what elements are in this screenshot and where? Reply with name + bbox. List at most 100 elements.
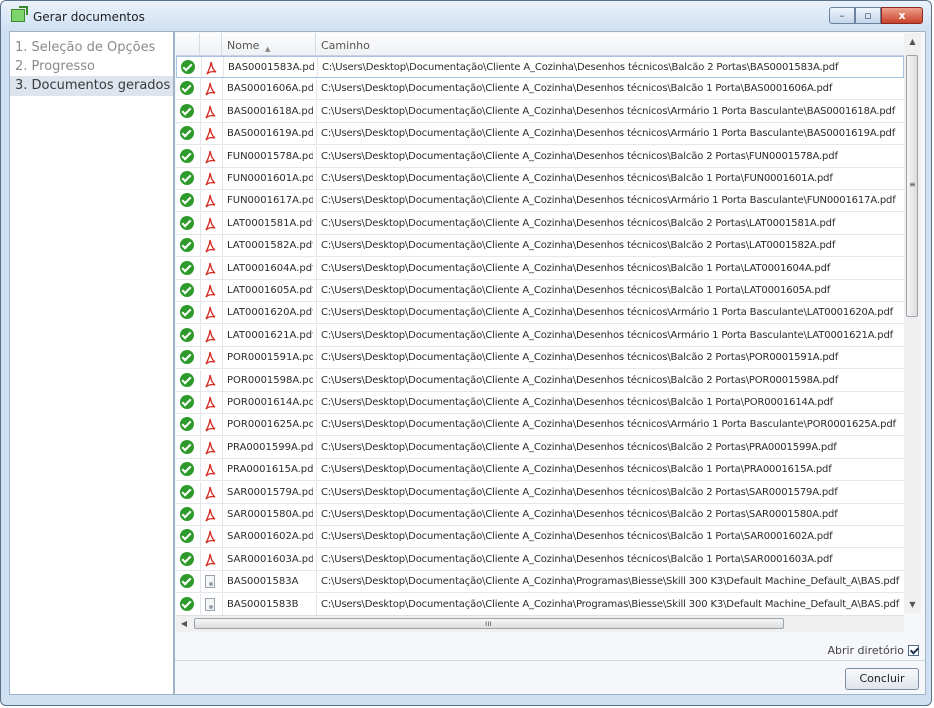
vertical-scroll-thumb[interactable]: ≡ [906,55,918,317]
table-row[interactable]: BAS0001583A C:\Users\Desktop\Documentação… [176,571,904,594]
file-path: C:\Users\Desktop\Documentação\Cliente A_… [321,374,839,386]
file-path: C:\Users\Desktop\Documentação\Cliente A_… [321,441,837,453]
column-divider [316,593,317,615]
table-row[interactable]: BAS0001583B C:\Users\Desktop\Documentação… [176,593,904,616]
title-bar[interactable]: Gerar documentos – ▫ x [1,1,931,31]
file-path: C:\Users\Desktop\Documentação\Cliente A_… [321,486,838,498]
table-row[interactable]: FUN0001601A.pdf C:\Users\Desktop\Document… [176,168,904,190]
scroll-left-icon[interactable]: ◀ [176,616,192,632]
success-check-icon [180,462,194,477]
header-name[interactable]: ▲ Nome [222,33,316,55]
file-icon [205,575,215,589]
table-row[interactable]: LAT0001605A.pdf C:\Users\Desktop\Document… [176,280,904,302]
file-name: LAT0001604A.pdf [227,262,313,274]
open-directory-label: Abrir diretório [827,644,904,657]
header-path[interactable]: Caminho [316,33,904,55]
pdf-icon [204,486,216,500]
table-row[interactable]: SAR0001579A.pdf C:\Users\Desktop\Document… [176,481,904,504]
step-progress[interactable]: 2. Progresso [15,59,95,74]
open-directory-checkbox[interactable] [908,645,919,656]
table-row[interactable]: SAR0001580A.pdf C:\Users\Desktop\Document… [176,504,904,526]
vertical-scrollbar[interactable]: ▲ ≡ ▼ [904,33,921,613]
pdf-icon [204,194,216,208]
table-row[interactable]: LAT0001582A.pdf C:\Users\Desktop\Document… [176,235,904,258]
table-row[interactable]: BAS0001606A.pdf C:\Users\Desktop\Document… [176,78,904,101]
maximize-button[interactable]: ▫ [855,7,881,24]
success-check-icon [180,305,194,320]
pdf-icon [204,530,216,544]
scroll-up-icon[interactable]: ▲ [904,33,921,50]
column-divider [200,481,201,503]
finish-button[interactable]: Concluir [845,668,919,690]
table-row[interactable]: BAS0001618A.pdf C:\Users\Desktop\Document… [176,100,904,123]
pdf-icon [204,463,216,477]
table-row[interactable]: PRA0001615A.pdf C:\Users\Desktop\Document… [176,459,904,482]
file-name: BAS0001583A.pdf [228,62,314,73]
table-row[interactable]: POR0001591A.pdf C:\Users\Desktop\Document… [176,347,904,370]
column-divider [316,571,317,593]
pdf-icon [204,306,216,320]
file-path: C:\Users\Desktop\Documentação\Cliente A_… [321,576,900,588]
table-row[interactable]: BAS0001583A.pdf C:\Users\Desktop\Document… [176,56,904,78]
column-divider [316,548,317,570]
documents-table: ▲ Nome Caminho BAS0001583A.pdf C:\Users\D… [176,33,904,631]
table-row[interactable]: BAS0001619A.pdf C:\Users\Desktop\Document… [176,123,904,146]
step-generated-documents[interactable]: 3. Documentos gerados [15,78,170,93]
table-row[interactable]: PRA0001599A.pdf C:\Users\Desktop\Document… [176,436,904,459]
column-divider [200,145,201,167]
minimize-button[interactable]: – [829,7,855,24]
grip-icon: ııı [485,619,492,628]
table-row[interactable]: POR0001598A.pdf C:\Users\Desktop\Document… [176,369,904,392]
pdf-icon [204,396,216,410]
column-divider [200,593,201,615]
success-check-icon [180,238,194,253]
table-row[interactable]: POR0001614A.pdf C:\Users\Desktop\Document… [176,392,904,414]
close-button[interactable]: x [881,7,923,24]
table-row[interactable]: LAT0001620A.pdf C:\Users\Desktop\Document… [176,302,904,325]
column-divider [222,571,223,593]
success-check-icon [180,439,194,454]
column-divider [222,235,223,257]
column-divider [200,504,201,525]
table-row[interactable]: SAR0001603A.pdf C:\Users\Desktop\Document… [176,548,904,571]
file-path: C:\Users\Desktop\Documentação\Cliente A_… [321,150,838,162]
table-row[interactable]: FUN0001578A.pdf C:\Users\Desktop\Document… [176,145,904,168]
table-row[interactable]: LAT0001604A.pdf C:\Users\Desktop\Document… [176,257,904,280]
file-path: C:\Users\Desktop\Documentação\Cliente A_… [321,83,833,95]
success-check-icon [180,171,194,185]
file-name: LAT0001605A.pdf [227,285,313,296]
table-row[interactable]: LAT0001581A.pdf C:\Users\Desktop\Document… [176,212,904,235]
table-row[interactable]: FUN0001617A.pdf C:\Users\Desktop\Document… [176,190,904,213]
column-divider [200,100,201,122]
success-check-icon [180,551,194,566]
horizontal-scrollbar[interactable]: ◀ ııı [176,615,904,632]
column-divider [316,100,317,122]
column-divider [316,145,317,167]
success-check-icon [180,395,194,409]
column-divider [316,504,317,525]
scroll-down-icon[interactable]: ▼ [904,596,921,613]
success-check-icon [180,529,194,544]
table-row[interactable]: SAR0001602A.pdf C:\Users\Desktop\Document… [176,526,904,549]
column-divider [316,481,317,503]
table-row[interactable]: POR0001625A.pdf C:\Users\Desktop\Document… [176,414,904,437]
file-name: SAR0001580A.pdf [227,509,313,520]
file-name: FUN0001617A.pdf [227,195,313,207]
horizontal-scroll-thumb[interactable]: ııı [194,618,784,629]
open-directory-option[interactable]: Abrir diretório [827,644,919,657]
steps-panel: 1. Seleção de Opções 2. Progresso 3. Doc… [9,31,174,695]
success-check-icon [180,81,194,96]
column-divider [222,168,223,189]
success-check-icon [180,126,194,141]
column-divider [316,526,317,548]
column-divider [200,571,201,593]
column-divider [317,57,318,77]
column-divider [316,392,317,413]
table-row[interactable]: LAT0001621A.pdf C:\Users\Desktop\Document… [176,324,904,347]
step-options[interactable]: 1. Seleção de Opções [15,40,155,55]
success-check-icon [180,484,194,499]
pdf-icon [204,217,216,231]
generate-documents-window: Gerar documentos – ▫ x 1. Seleção de Opç… [0,0,932,706]
column-divider [222,123,223,145]
pdf-icon [204,553,216,567]
